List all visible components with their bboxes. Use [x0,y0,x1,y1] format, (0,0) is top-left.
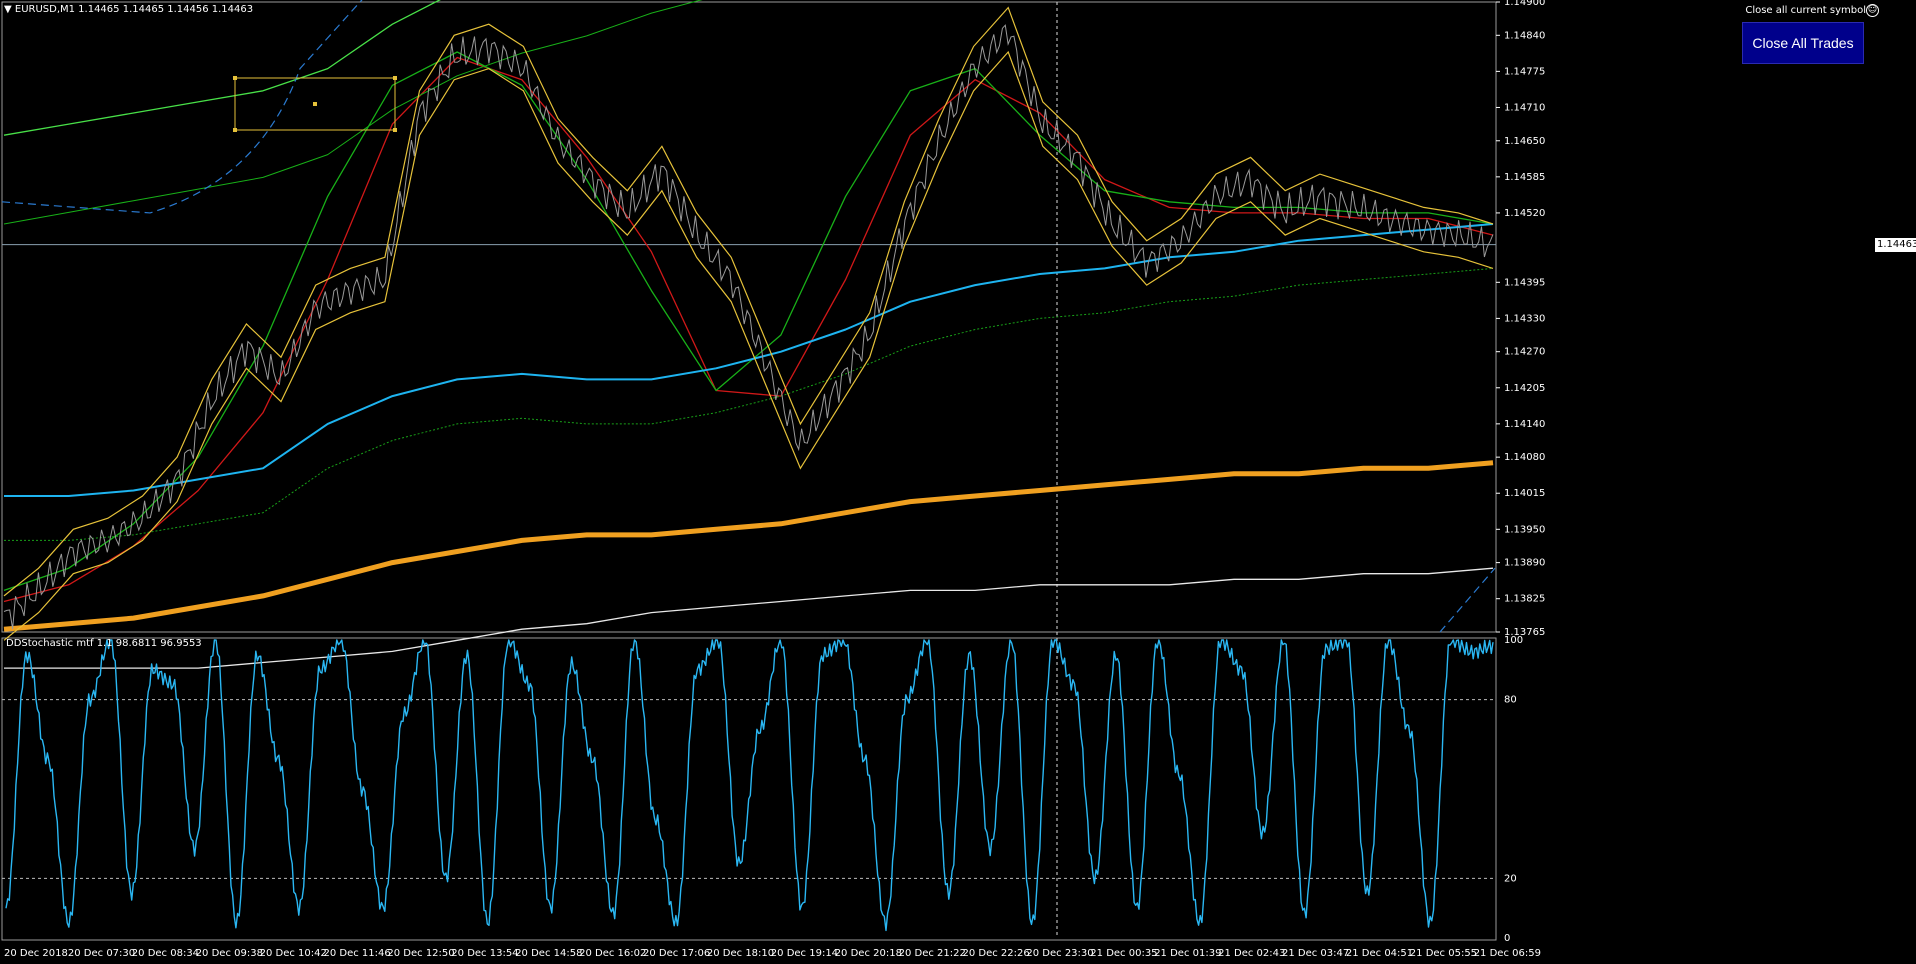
x-tick-label: 20 Dec 10:42 [260,948,327,959]
y-tick-label: 1.13950 [1504,524,1545,535]
series-ema-34 [3,51,1494,592]
x-tick-label: 20 Dec 16:02 [579,948,646,959]
x-tick-label: 21 Dec 04:51 [1346,948,1413,959]
x-tick-label: 20 Dec 19:14 [771,948,838,959]
y-tick-label: 1.14900 [1504,0,1545,8]
y-tick-label: 1.14330 [1504,313,1545,324]
y-tick-label: 1.14775 [1504,66,1545,77]
close-current-symbol-link[interactable]: Close all current symbol [1745,5,1866,17]
rectangle-handle [393,128,397,132]
x-tick-label: 21 Dec 05:55 [1410,948,1477,959]
series-price [3,24,1494,630]
x-tick-label: 20 Dec 14:58 [515,948,582,959]
x-tick-label: 21 Dec 02:43 [1218,948,1285,959]
close-all-trades-button[interactable]: Close All Trades [1742,22,1864,64]
series-band-lower [3,50,1494,641]
x-tick-label: 21 Dec 01:39 [1154,948,1221,959]
series-channel-upper [3,0,441,136]
x-tick-label: 21 Dec 00:35 [1090,948,1157,959]
pivot-dashed-right [1439,567,1496,633]
rectangle-handle [233,76,237,80]
current-price-label: 1.14463 [1875,237,1916,252]
y-tick-label: 1.14205 [1504,383,1545,394]
x-tick-label: 20 Dec 18:10 [707,948,774,959]
x-tick-label: 20 Dec 22:26 [963,948,1030,959]
rectangle-handle [313,102,317,106]
indicator-title: DDStochastic mtf 1.1 98.6811 96.9553 [6,638,202,649]
stoch-y-tick: 100 [1504,635,1523,646]
smiley-icon: ☺ [1866,4,1879,17]
x-tick-label: 20 Dec 2018 [4,948,68,959]
stoch-y-tick: 80 [1504,695,1517,706]
series-ma-1000 [4,567,1494,669]
y-tick-label: 1.14015 [1504,488,1545,499]
x-tick-label: 21 Dec 03:47 [1282,948,1349,959]
x-tick-label: 20 Dec 08:34 [132,948,199,959]
x-tick-label: 20 Dec 12:50 [387,948,454,959]
series-channel-middle [3,0,703,225]
x-tick-label: 21 Dec 06:59 [1474,948,1541,959]
x-tick-label: 20 Dec 17:06 [643,948,710,959]
chart-canvas: 1.14900 1.14840 1.14775 1.14710 1.14650 1.145… [1,0,1545,959]
rectangle-handle [393,76,397,80]
x-tick-label: 20 Dec 09:38 [196,948,263,959]
y-tick-label: 1.14585 [1504,172,1545,183]
rectangle-handle [233,128,237,132]
y-tick-label: 1.14650 [1504,136,1545,147]
y-tick-label: 1.13825 [1504,594,1545,605]
x-tick-label: 20 Dec 20:18 [835,948,902,959]
stoch-line [5,639,1494,932]
x-tick-label: 20 Dec 21:22 [899,948,966,959]
y-tick-label: 1.14140 [1504,419,1545,430]
y-tick-label: 1.14520 [1504,208,1545,219]
series-ema-50 [3,56,1494,603]
pivot-dashed-left [1,0,363,214]
series-channel-lower [4,267,1494,541]
x-tick-label: 20 Dec 13:54 [451,948,518,959]
y-tick-label: 1.13890 [1504,558,1545,569]
series-band-upper [3,6,1494,597]
y-tick-label: 1.14080 [1504,452,1545,463]
x-tick-label: 20 Dec 11:46 [324,948,391,959]
stoch-y-tick: 20 [1504,873,1517,884]
y-tick-label: 1.14395 [1504,277,1545,288]
stoch-y-tick: 0 [1504,933,1510,944]
symbol-title: ▼ EURUSD,M1 1.14465 1.14465 1.14456 1.14… [4,4,254,15]
y-tick-label: 1.14270 [1504,347,1545,358]
y-tick-label: 1.14840 [1504,30,1545,41]
y-tick-label: 1.14710 [1504,102,1545,113]
x-tick-label: 20 Dec 23:30 [1026,948,1093,959]
x-tick-label: 20 Dec 07:30 [68,948,135,959]
